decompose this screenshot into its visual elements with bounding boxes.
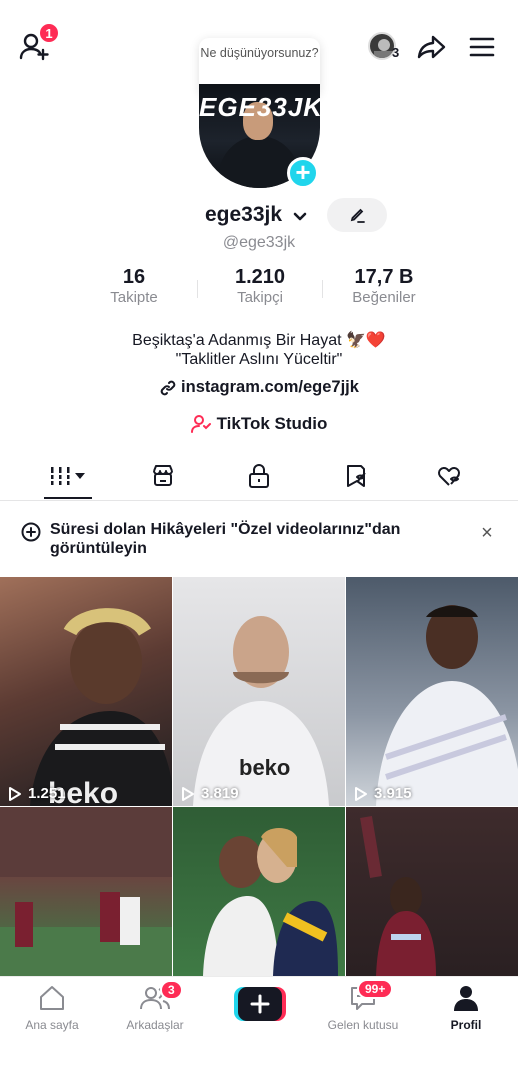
story-banner-text[interactable]: Süresi dolan Hikâyeleri "Özel videoların… [50, 520, 450, 558]
heart-hidden-icon [438, 467, 460, 486]
bio-line-2: "Taklitler Aslını Yüceltir" [175, 351, 343, 368]
bio-line-1: Beşiktaş'a Adanmış Bir Hayat 🦅❤️ [132, 332, 386, 349]
video-thumbnail-figure [0, 807, 172, 976]
play-icon [182, 786, 194, 801]
stat-divider [197, 280, 198, 298]
stat-followers-label: Takipçi [237, 289, 283, 306]
shop-icon [153, 465, 173, 486]
nav-friends-label: Arkadaşlar [126, 1018, 184, 1032]
nav-home-label: Ana sayfa [25, 1018, 79, 1032]
nav-profile[interactable]: Profil [416, 984, 516, 1032]
grid-bars-icon [49, 467, 85, 485]
story-add-icon [20, 521, 42, 543]
note-bubble-text: Ne düşünüyorsunuz? [200, 46, 319, 60]
add-story-button[interactable]: + [287, 157, 319, 189]
home-icon [40, 986, 64, 1010]
tiktok-studio-link[interactable]: TikTok Studio [0, 414, 518, 434]
stat-followers[interactable]: 1.210 Takipçi [208, 266, 312, 306]
video-thumbnail-figure [360, 816, 436, 976]
video-view-count-text: 3.819 [201, 785, 239, 802]
play-icon [355, 786, 367, 801]
friends-badge: 3 [160, 980, 183, 1000]
create-button[interactable] [234, 987, 286, 1021]
video-tile[interactable] [346, 807, 518, 976]
stat-followers-value: 1.210 [234, 266, 286, 288]
close-icon[interactable]: × [478, 523, 496, 543]
bio-link-text: instagram.com/ege7jjk [181, 378, 359, 396]
avatar-figure-body [219, 136, 299, 188]
stat-following[interactable]: 16 Takipte [82, 266, 186, 306]
tiktok-studio-label: TikTok Studio [216, 414, 328, 433]
chevron-down-icon[interactable] [292, 210, 308, 222]
pencil-icon [350, 208, 365, 223]
stat-likes-value: 17,7 B [354, 266, 414, 288]
video-thumbnail-figure: beko [30, 608, 172, 806]
tab-active-indicator [44, 497, 92, 499]
video-tile[interactable] [0, 807, 172, 976]
tab-divider [0, 500, 518, 501]
video-thumbnail-figure [203, 828, 338, 976]
profile-handle: @ege33jk [222, 234, 296, 251]
nav-home[interactable]: Ana sayfa [2, 984, 102, 1032]
video-thumbnail-figure [376, 605, 518, 806]
stat-likes-label: Beğeniler [352, 289, 416, 306]
video-view-count-text: 3.915 [374, 785, 412, 802]
video-tile[interactable]: beko 1.251 [0, 577, 172, 806]
tab-favorites[interactable] [336, 456, 376, 496]
profile-icon [454, 986, 478, 1011]
nav-friends[interactable]: Arkadaşlar [105, 984, 205, 1032]
video-view-count-text: 1.251 [28, 785, 66, 802]
video-view-count: 1.251 [8, 785, 66, 802]
edit-profile-button[interactable] [327, 198, 387, 232]
video-thumbnail-figure: beko [193, 616, 329, 806]
stat-following-label: Takipte [110, 289, 158, 306]
video-tile[interactable]: beko 3.819 [173, 577, 345, 806]
inbox-badge: 99+ [357, 979, 394, 999]
video-tile[interactable] [173, 807, 345, 976]
studio-person-icon [190, 415, 211, 433]
notification-badge: 1 [38, 22, 60, 44]
video-view-count: 3.819 [181, 785, 239, 802]
svg-text:beko: beko [239, 755, 290, 780]
stat-likes[interactable]: 17,7 B Beğeniler [330, 266, 438, 306]
stat-following-value: 16 [122, 266, 146, 288]
play-icon [9, 786, 21, 801]
username[interactable]: ege33jk [205, 203, 282, 227]
link-icon [160, 380, 176, 395]
bookmark-hidden-icon [347, 465, 366, 487]
avatar-text: EGE33JK [199, 92, 320, 122]
nav-profile-label: Profil [450, 1018, 482, 1032]
video-tile[interactable]: 3.915 [346, 577, 518, 806]
nav-inbox-label: Gelen kutusu [327, 1018, 399, 1032]
stat-divider [322, 280, 323, 298]
share-icon[interactable] [416, 31, 448, 63]
tab-liked[interactable] [430, 456, 470, 496]
tab-videos[interactable] [40, 456, 96, 496]
lock-icon [249, 464, 269, 488]
bio-link[interactable]: instagram.com/ege7jjk [0, 378, 518, 397]
video-view-count: 3.915 [354, 785, 412, 802]
tab-private[interactable] [239, 456, 279, 496]
menu-icon[interactable] [468, 33, 496, 61]
stories-count: 3 [392, 45, 400, 60]
tab-shop[interactable] [143, 456, 183, 496]
